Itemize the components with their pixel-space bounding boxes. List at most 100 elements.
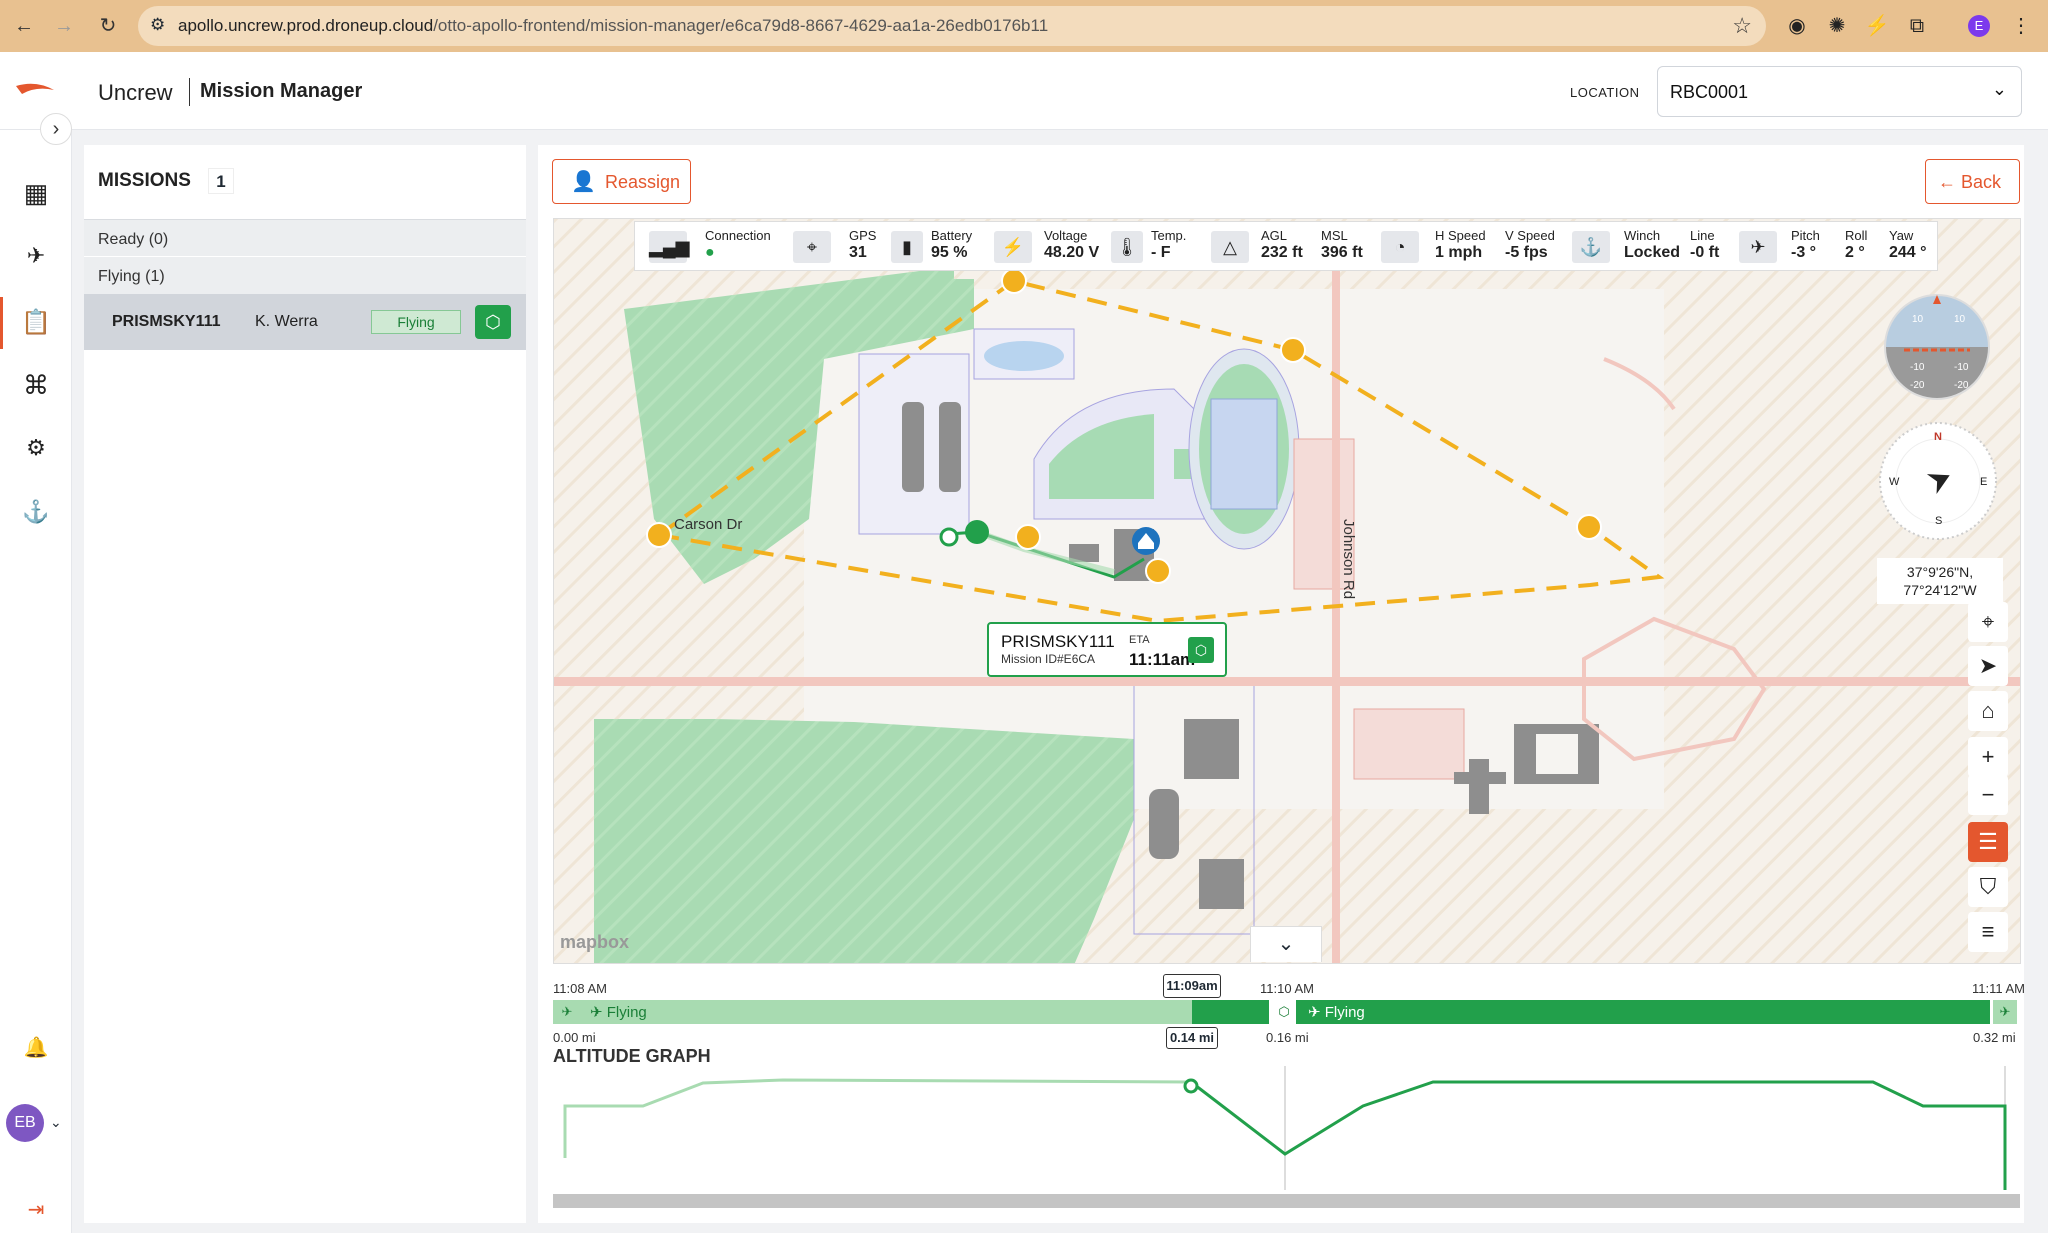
gps-target-icon: ⌖: [793, 231, 831, 263]
droneup-logo-icon: [16, 83, 54, 94]
mission-pilot: K. Werra: [255, 313, 318, 330]
timeline-cursor-time: 11:09am: [1163, 974, 1221, 998]
timeline-segment-remaining[interactable]: [1272, 1000, 1990, 1024]
thermometer-icon: 🌡: [1111, 231, 1143, 263]
callout-mission-id: Mission ID#E6CA: [1001, 652, 1096, 666]
fleet-icon[interactable]: ⌘: [18, 367, 54, 403]
navigation-arrow-icon[interactable]: ➤: [1968, 646, 2008, 686]
segment-label: ✈ Flying: [1308, 1004, 1365, 1021]
callout-name: PRISMSKY111: [1001, 632, 1115, 651]
distance-end: 0.32 mi: [1973, 1030, 2016, 1045]
left-nav-rail: [0, 130, 72, 1233]
location-select[interactable]: RBC0001 ⌄: [1657, 66, 2022, 117]
missions-heading: MISSIONS: [98, 170, 191, 191]
reload-icon[interactable]: ↻: [96, 14, 120, 38]
segment-label: ✈ Flying: [590, 1004, 647, 1021]
attitude-tick: -20: [1910, 380, 1925, 391]
browser-profile-avatar[interactable]: E: [1968, 15, 1990, 37]
page-title: Mission Manager: [200, 80, 363, 102]
battery-icon: ▮: [891, 231, 923, 263]
package-icon: ⬡: [1188, 637, 1214, 663]
group-flying[interactable]: Flying (1): [84, 257, 526, 294]
callout-eta-value: 11:11am: [1129, 650, 1196, 669]
winch-icon[interactable]: ⚓: [18, 494, 54, 530]
fence-layer-icon[interactable]: ☰: [1968, 822, 2008, 862]
altitude-icon: △: [1211, 231, 1249, 263]
mission-name: PRISMSKY111: [112, 313, 221, 330]
back-button[interactable]: ← Back: [1925, 159, 2020, 204]
mission-clipboard-icon[interactable]: 📋: [18, 305, 54, 341]
chevron-down-icon: ⌄: [1991, 79, 2007, 99]
timeline-mid-time: 11:10 AM: [1260, 981, 1314, 996]
collapse-chevron-icon[interactable]: ⌄: [1250, 926, 1322, 962]
speedometer-icon: ◔: [1381, 231, 1419, 263]
attitude-tick: -10: [1954, 362, 1969, 373]
timeline-end-time: 11:11 AM: [1972, 981, 2025, 996]
compass-east: E: [1980, 476, 1987, 488]
takeoff-icon: ✈: [561, 1004, 573, 1019]
timeline-segment-current[interactable]: [1192, 1000, 1269, 1024]
timeline-segment-completed[interactable]: [553, 1000, 1269, 1024]
compass-south: S: [1935, 515, 1942, 527]
location-value: RBC0001: [1670, 82, 1749, 102]
expand-sidebar-button[interactable]: ›: [40, 113, 72, 145]
coordinates-readout: 37°9'26"N, 77°24'12"W: [1877, 558, 2003, 604]
attitude-tick: -10: [1910, 362, 1925, 373]
notifications-bell-icon[interactable]: 🔔: [18, 1030, 54, 1066]
forward-arrow-icon[interactable]: →: [52, 14, 76, 38]
list-icon[interactable]: ≡: [1968, 912, 2008, 952]
status-badge: Flying: [371, 310, 461, 334]
mission-map[interactable]: Carson Dr Johnson Rd: [553, 218, 2021, 964]
callout-eta-label: ETA: [1129, 634, 1150, 646]
signal-bars-icon: ▂▄▆: [649, 231, 689, 263]
extension-bolt-icon[interactable]: ⚡: [1864, 13, 1890, 39]
settings-gears-icon[interactable]: ⚙: [18, 430, 54, 466]
address-bar[interactable]: ⚙ apollo.uncrew.prod.droneup.cloud/otto-…: [138, 6, 1766, 46]
user-menu-chevron-icon[interactable]: ⌄: [50, 1114, 62, 1131]
location-label: LOCATION: [1570, 85, 1640, 100]
site-info-icon[interactable]: ⚙: [150, 15, 165, 35]
attitude-indicator: 10 10 -10 -10 -20 -20: [1884, 294, 1990, 400]
brand-name: Uncrew: [98, 80, 173, 105]
browser-menu-icon[interactable]: ⋮: [2008, 13, 2034, 39]
zoom-out-icon[interactable]: −: [1968, 775, 2008, 815]
telemetry-bar: ▂▄▆ Connection ● ⌖ GPS 31 ▮ Battery 95 %…: [634, 221, 1938, 271]
distance-start: 0.00 mi: [553, 1030, 596, 1045]
map-canvas[interactable]: Carson Dr Johnson Rd: [554, 219, 2021, 964]
attitude-tick: 10: [1954, 314, 1966, 325]
compass-west: W: [1889, 476, 1900, 488]
drone-attitude-icon: ✈: [1739, 231, 1777, 263]
timeline-scrollbar[interactable]: [553, 1194, 2020, 1208]
compass: N E S W: [1879, 422, 1997, 540]
missions-count: 1: [208, 168, 234, 194]
zoom-in-icon[interactable]: +: [1968, 737, 2008, 777]
timeline-start-time: 11:08 AM: [553, 981, 607, 996]
url-text: apollo.uncrew.prod.droneup.cloud/otto-ap…: [178, 16, 1049, 35]
recenter-icon[interactable]: ⌖: [1968, 602, 2008, 642]
shield-icon[interactable]: ⛉: [1968, 867, 2008, 907]
extension-icon[interactable]: ◉: [1784, 13, 1810, 39]
brand-divider: [189, 78, 190, 106]
home-icon[interactable]: ⌂: [1968, 691, 2008, 731]
extension-gear-icon[interactable]: ✺: [1824, 13, 1850, 39]
extensions-puzzle-icon[interactable]: ⧉: [1904, 13, 1930, 39]
voltage-bolt-icon: ⚡: [994, 231, 1032, 263]
group-ready[interactable]: Ready (0): [84, 219, 526, 256]
altitude-graph: [563, 1066, 2007, 1190]
reassign-button[interactable]: 👤 Reassign: [552, 159, 691, 204]
mapbox-attribution[interactable]: mapbox: [560, 932, 629, 953]
drone-icon[interactable]: ✈: [18, 238, 54, 274]
dashboard-icon[interactable]: ▦: [18, 175, 54, 211]
package-icon[interactable]: ⬡: [475, 305, 511, 339]
user-avatar[interactable]: EB: [6, 1104, 44, 1142]
bookmark-star-icon[interactable]: ☆: [1732, 13, 1752, 39]
distance-mid: 0.16 mi: [1266, 1030, 1309, 1045]
attitude-tick: -20: [1954, 380, 1969, 391]
back-arrow-icon[interactable]: ←: [12, 14, 36, 38]
logout-icon[interactable]: ⇥: [18, 1192, 54, 1228]
street-label: Johnson Rd: [1340, 519, 1357, 599]
timeline-cursor-distance: 0.14 mi: [1166, 1027, 1218, 1049]
person-icon: 👤: [571, 171, 596, 193]
compass-north: N: [1934, 431, 1942, 443]
drone-callout[interactable]: PRISMSKY111 Mission ID#E6CA ETA 11:11am …: [987, 622, 1227, 677]
